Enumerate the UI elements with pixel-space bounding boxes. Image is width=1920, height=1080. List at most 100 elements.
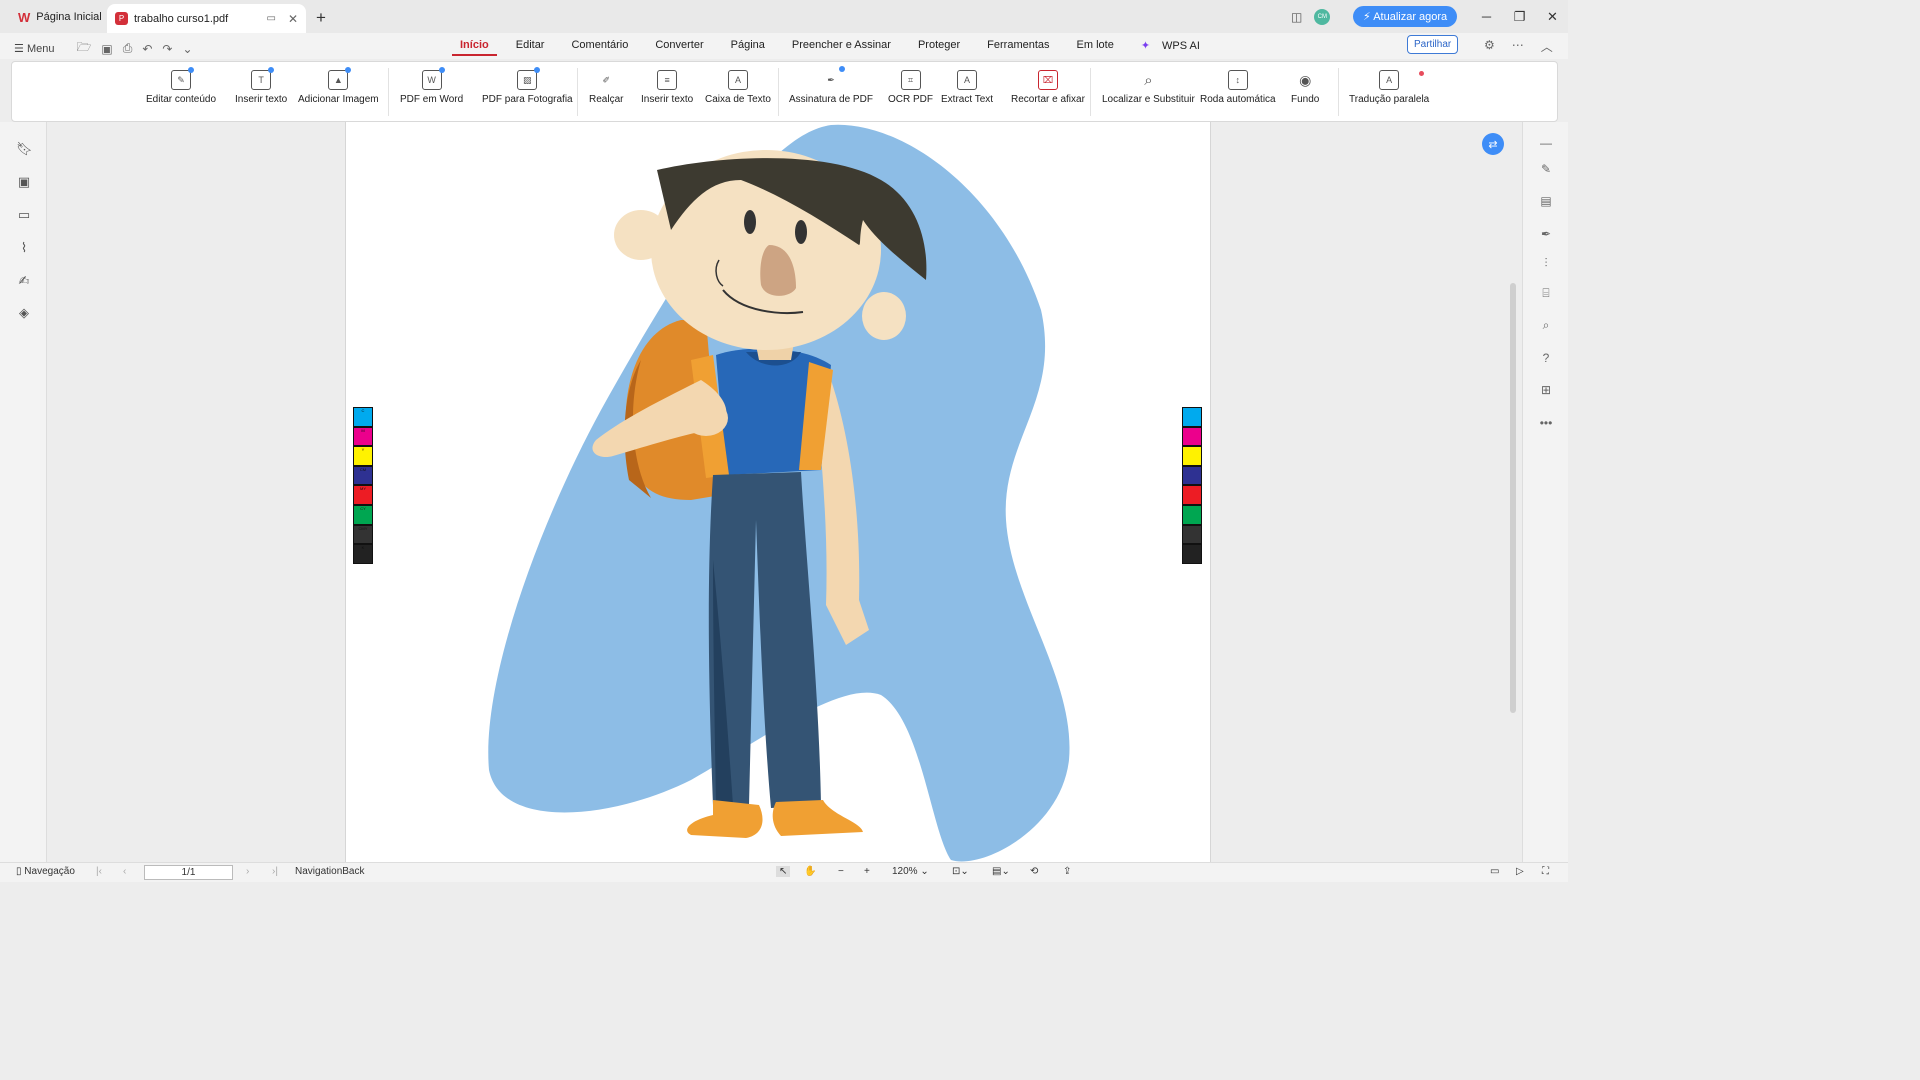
color-swatch (1182, 465, 1202, 486)
tab-inicio[interactable]: Início (452, 39, 497, 56)
tab-proteger[interactable]: Proteger (910, 39, 968, 56)
open-folder-icon[interactable]: 🗁 (76, 38, 91, 59)
pdf-file-icon: P (115, 12, 128, 25)
help-icon[interactable]: ? (1539, 351, 1553, 365)
tab-home[interactable]: W Página Inicial (8, 5, 112, 29)
vertical-scrollbar[interactable] (1510, 283, 1516, 713)
add-image-button[interactable]: ▲ Adicionar Imagem (298, 67, 379, 105)
new-tab-button[interactable]: + (316, 8, 326, 28)
page-number-input[interactable]: 1/1 (144, 865, 233, 880)
tab-em-lote[interactable]: Em lote (1069, 39, 1122, 56)
next-page-icon[interactable]: › (246, 866, 249, 877)
find-replace-button[interactable]: ⌕ Localizar e Substituir (1102, 70, 1195, 106)
tab-pagina[interactable]: Página (723, 39, 773, 56)
pen-icon[interactable]: ✒ (1539, 227, 1553, 241)
pdf-signature-button[interactable]: ✒ Assinatura de PDF (789, 66, 873, 105)
fullscreen-icon[interactable]: ⛶ (1542, 866, 1549, 877)
edit-icon[interactable]: ✎ (1539, 162, 1553, 176)
hand-tool-icon[interactable]: ✋ (804, 866, 816, 877)
pdf-to-photo-button[interactable]: ▨ PDF para Fotografia (482, 67, 573, 105)
menu-button[interactable]: ☰ Menu (14, 42, 54, 55)
bookmark-icon[interactable]: 🔖︎ (16, 141, 33, 156)
avatar[interactable]: CM (1314, 8, 1331, 25)
auto-scroll-label: Roda automática (1200, 94, 1276, 105)
undo-icon[interactable]: ↶ (142, 42, 152, 56)
first-page-icon[interactable]: |‹ (96, 866, 102, 877)
chevron-down-icon[interactable]: ⌄ (182, 42, 192, 56)
ocr-pdf-button[interactable]: ⌗ OCR PDF (888, 70, 933, 105)
signature-panel-icon[interactable]: ✍ (16, 273, 32, 288)
zoom-out-icon[interactable]: − (838, 866, 844, 877)
layers-icon[interactable]: ◈ (16, 305, 32, 320)
page-layout-icon[interactable]: ▤⌄ (992, 866, 1010, 877)
color-swatch (1182, 446, 1202, 466)
close-tab-icon[interactable]: ✕ (288, 12, 298, 26)
prev-page-icon[interactable]: ‹ (123, 866, 126, 877)
print-icon[interactable]: ⎙ (123, 41, 133, 56)
color-swatch: K (353, 544, 373, 564)
insert-text-button[interactable]: T Inserir texto (235, 67, 287, 105)
settings-icon[interactable]: ⚙ (1484, 38, 1495, 55)
background-button[interactable]: ◉ Fundo (1291, 70, 1319, 106)
collapse-ribbon-icon[interactable]: ︿ (1541, 38, 1553, 55)
save-icon[interactable]: ▣ (101, 42, 112, 56)
compare-icon[interactable]: ⫶ (1539, 256, 1553, 271)
menu-label: Menu (26, 43, 55, 55)
pdf-to-word-button[interactable]: W PDF em Word (400, 67, 463, 105)
tab-wps-ai[interactable]: ✦ WPS AI (1133, 39, 1227, 56)
crop-pin-label: Recortar e afixar (1011, 94, 1085, 105)
more-tools-icon[interactable]: ••• (1539, 416, 1553, 430)
minimize-icon[interactable]: ─ (1470, 9, 1503, 24)
monitor-icon[interactable]: ▭ (266, 13, 275, 24)
layout-icon[interactable]: ◫ (1291, 10, 1302, 24)
tab-converter[interactable]: Converter (647, 39, 711, 56)
zoom-select[interactable]: 120% ⌄ (892, 866, 929, 877)
select-tool-icon[interactable]: ↖ (776, 866, 791, 877)
edit-content-button[interactable]: ✎ Editar conteúdo (146, 67, 216, 105)
restore-icon[interactable]: ❐ (1503, 9, 1536, 25)
share-button[interactable]: Partilhar (1407, 35, 1459, 54)
floating-tool-icon[interactable]: ⇄ (1482, 133, 1504, 155)
zoom-in-icon[interactable]: + (864, 866, 870, 877)
navigation-back[interactable]: NavigationBack (295, 866, 364, 877)
insert-text-2-icon: ≡ (657, 70, 678, 90)
read-mode-icon[interactable]: ▭ (1490, 866, 1499, 877)
notification-dot (1419, 71, 1424, 76)
stamp-icon[interactable]: ⌸ (1539, 286, 1553, 301)
crop-pin-button[interactable]: ⌧ Recortar e afixar (1011, 70, 1085, 105)
insert-text-2-button[interactable]: ≡ Inserir texto (641, 70, 693, 105)
close-window-icon[interactable]: ✕ (1536, 9, 1569, 25)
play-icon[interactable]: ▷ (1516, 866, 1524, 877)
extract-text-button[interactable]: A Extract Text (941, 70, 993, 105)
auto-scroll-button[interactable]: ↕ Roda automática (1200, 70, 1276, 105)
last-page-icon[interactable]: ›| (272, 866, 278, 877)
parallel-translation-button[interactable]: A Tradução paralela (1349, 70, 1429, 105)
text-box-label: Caixa de Texto (705, 94, 771, 105)
upgrade-button[interactable]: ⚡ Atualizar agora (1353, 6, 1458, 27)
tab-ferramentas[interactable]: Ferramentas (979, 39, 1057, 56)
document-edit-icon[interactable]: ▤ (1539, 194, 1553, 208)
tab-comentario[interactable]: Comentário (563, 39, 636, 56)
minus-icon[interactable]: — (1539, 136, 1553, 150)
rotate-icon[interactable]: ⟲ (1030, 866, 1038, 877)
color-swatch: Y (353, 446, 373, 466)
thumbnail-icon[interactable]: ▣ (16, 174, 32, 189)
upgrade-label: Atualizar agora (1373, 11, 1448, 23)
redo-icon[interactable]: ↷ (162, 42, 172, 56)
export-icon[interactable]: ⇪ (1063, 866, 1071, 877)
comment-icon[interactable]: ▭ (16, 207, 32, 222)
fit-page-icon[interactable]: ⊡⌄ (952, 866, 969, 877)
tab-document[interactable]: P trabalho curso1.pdf ▭ ✕ (107, 4, 306, 33)
more-icon[interactable]: ⋯ (1512, 38, 1524, 55)
highlight-button[interactable]: ✐ Realçar (589, 70, 623, 106)
tab-preencher[interactable]: Preencher e Assinar (784, 39, 899, 56)
navigation-button[interactable]: ▯ Navegação (16, 866, 75, 877)
zoom-icon[interactable]: ⌕ (1539, 318, 1553, 333)
attachment-icon[interactable]: ⌇ (16, 240, 32, 255)
text-box-button[interactable]: A Caixa de Texto (705, 70, 771, 105)
book-icon[interactable]: ⊞ (1539, 383, 1553, 397)
text-box-icon: A (727, 70, 748, 90)
tab-editar[interactable]: Editar (508, 39, 553, 56)
highlight-icon: ✐ (602, 74, 610, 85)
hamburger-icon: ☰ (14, 43, 24, 55)
